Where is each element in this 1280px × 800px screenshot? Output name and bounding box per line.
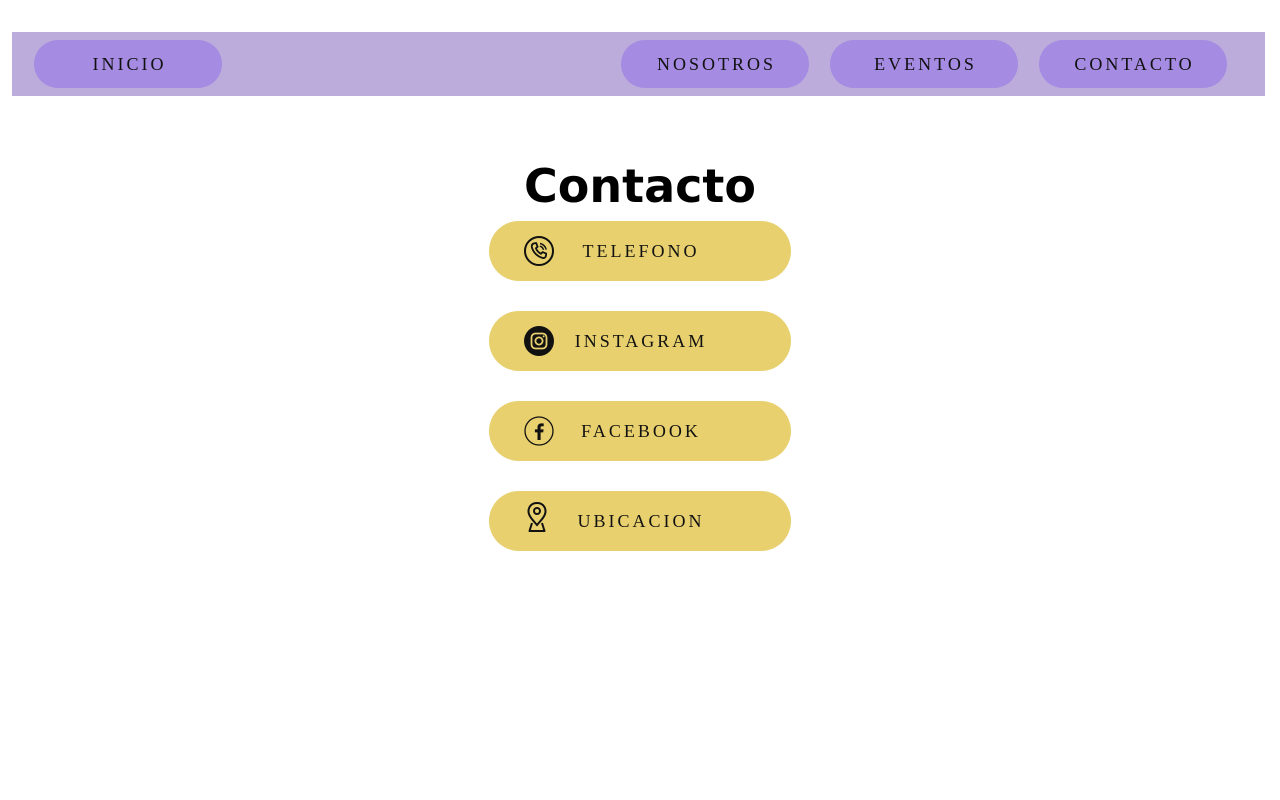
telefono-button[interactable]: TELEFONO — [489, 221, 791, 281]
telefono-label: TELEFONO — [582, 240, 700, 261]
nav-eventos-button[interactable]: EVENTOS — [830, 40, 1018, 88]
instagram-label: INSTAGRAM — [574, 330, 708, 351]
nav-nosotros-button[interactable]: NOSOTROS — [621, 40, 809, 88]
facebook-label: FACEBOOK — [581, 420, 701, 441]
page-title: Contacto — [524, 158, 756, 213]
ubicacion-label: UBICACION — [577, 510, 705, 531]
ubicacion-button[interactable]: UBICACION — [489, 491, 791, 551]
facebook-button[interactable]: FACEBOOK — [489, 401, 791, 461]
nav-contacto-button[interactable]: CONTACTO — [1039, 40, 1227, 88]
instagram-button[interactable]: INSTAGRAM — [489, 311, 791, 371]
navbar: INICIO NOSOTROS EVENTOS CONTACTO — [12, 32, 1265, 96]
nav-inicio-button[interactable]: INICIO — [34, 40, 222, 88]
